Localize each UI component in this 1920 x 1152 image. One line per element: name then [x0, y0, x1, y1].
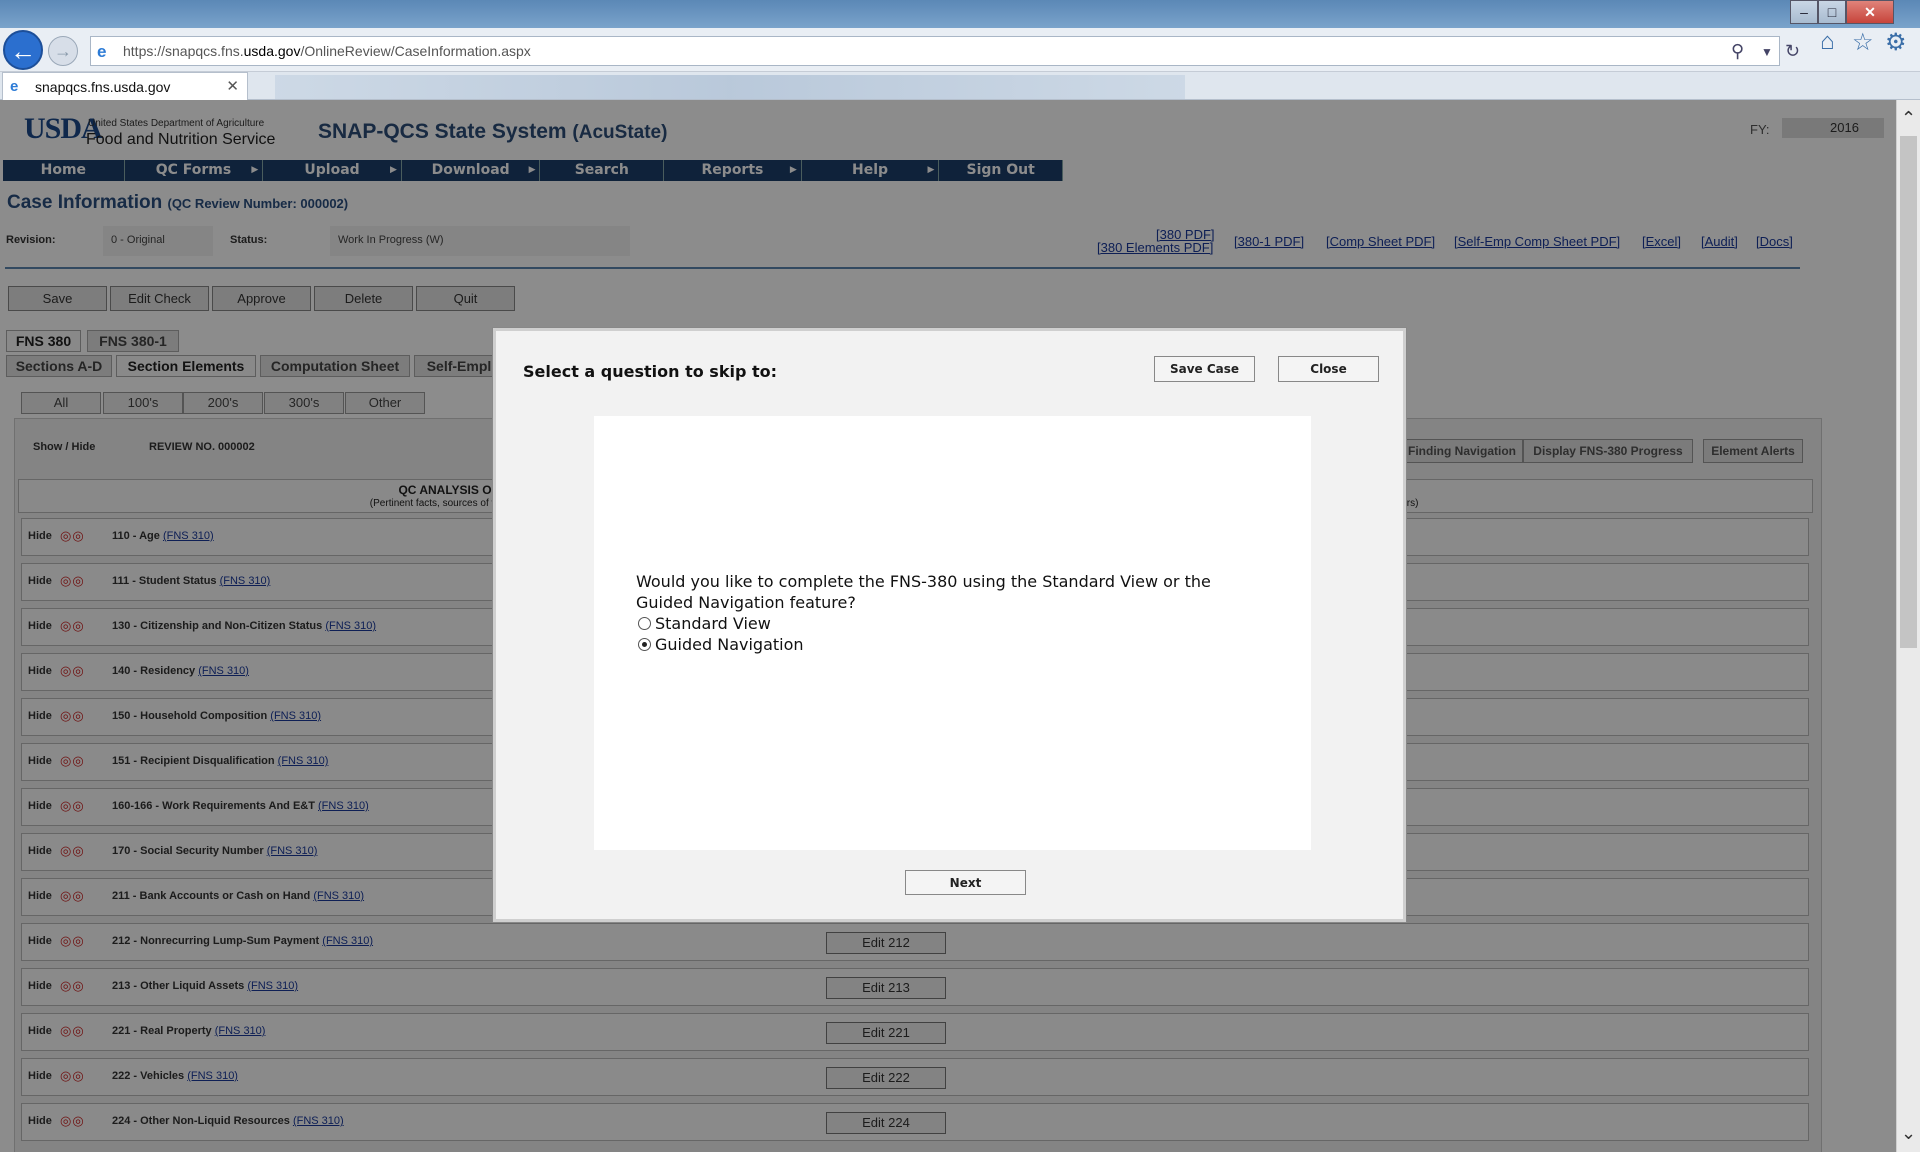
- minimize-button[interactable]: –: [1790, 0, 1818, 24]
- address-bar[interactable]: e https://snapqcs.fns.usda.gov/OnlineRev…: [90, 36, 1800, 66]
- view-question: Would you like to complete the FNS-380 u…: [636, 572, 1211, 612]
- toolbar-thumbnails: [275, 75, 1185, 99]
- search-icon[interactable]: ⚲: [1731, 41, 1744, 62]
- browser-tabstrip: e snapqcs.fns.usda.gov ✕: [0, 72, 1920, 100]
- guided-navigation-option[interactable]: Guided Navigation: [638, 635, 804, 654]
- standard-view-radio[interactable]: [638, 617, 651, 630]
- save-case-button[interactable]: Save Case: [1154, 356, 1255, 382]
- dropdown-icon[interactable]: ▼: [1761, 45, 1773, 59]
- window-close-button[interactable]: ✕: [1846, 0, 1894, 24]
- ie-logo-icon: e: [97, 42, 107, 61]
- next-button[interactable]: Next: [905, 870, 1026, 895]
- home-icon[interactable]: ⌂: [1820, 28, 1835, 56]
- scroll-thumb[interactable]: [1900, 136, 1917, 648]
- close-icon[interactable]: ✕: [226, 77, 239, 95]
- gear-icon[interactable]: ⚙: [1885, 28, 1907, 57]
- star-icon[interactable]: ☆: [1852, 28, 1874, 57]
- standard-view-label: Standard View: [655, 614, 771, 633]
- address-url[interactable]: https://snapqcs.fns.usda.gov/OnlineRevie…: [123, 43, 531, 59]
- refresh-icon[interactable]: ↻: [1785, 41, 1800, 62]
- dialog-content: Would you like to complete the FNS-380 u…: [594, 416, 1311, 850]
- tab-title: snapqcs.fns.usda.gov: [35, 79, 171, 95]
- guided-navigation-label: Guided Navigation: [655, 635, 804, 654]
- page-scrollbar[interactable]: ⌃ ⌄: [1896, 100, 1920, 1152]
- standard-view-option[interactable]: Standard View: [638, 614, 771, 633]
- close-button[interactable]: Close: [1278, 356, 1379, 382]
- forward-icon[interactable]: →: [48, 36, 78, 66]
- dialog-title: Select a question to skip to:: [523, 362, 778, 381]
- skip-question-dialog: Select a question to skip to: Save Case …: [493, 328, 1406, 922]
- back-icon[interactable]: ←: [3, 30, 43, 70]
- ie-logo-icon: e: [10, 78, 19, 95]
- scroll-down-icon[interactable]: ⌄: [1901, 1123, 1916, 1144]
- maximize-button[interactable]: □: [1818, 0, 1846, 24]
- window-titlebar: – □ ✕: [0, 0, 1920, 28]
- browser-navbar: ← → e https://snapqcs.fns.usda.gov/Onlin…: [0, 28, 1920, 72]
- browser-tab[interactable]: e snapqcs.fns.usda.gov ✕: [2, 72, 248, 100]
- guided-navigation-radio[interactable]: [638, 638, 651, 651]
- scroll-up-icon[interactable]: ⌃: [1901, 108, 1916, 129]
